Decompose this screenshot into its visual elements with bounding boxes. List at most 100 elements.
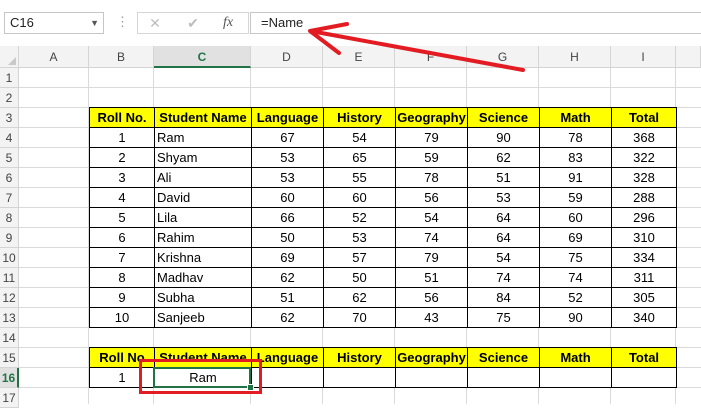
data-cell-math[interactable]: 83 [539,147,612,168]
data-cell-history[interactable]: 57 [323,247,396,268]
data-cell-science[interactable]: 84 [467,287,540,308]
data-cell-total[interactable]: 288 [611,187,677,208]
column-header-i[interactable]: I [611,46,676,68]
data-cell-math[interactable]: 52 [539,287,612,308]
header-cell-math[interactable]: Math [539,107,612,128]
row-header-12[interactable]: 12 [0,288,19,308]
data-cell-science[interactable]: 64 [467,227,540,248]
data-cell-science[interactable]: 53 [467,187,540,208]
data-cell-language[interactable]: 66 [251,207,324,228]
data-cell-language[interactable]: 51 [251,287,324,308]
name-box[interactable]: C16 ▼ [4,12,104,34]
header-cell-science[interactable]: Science [467,107,540,128]
data-cell-roll-no[interactable]: 7 [89,247,155,268]
data-cell-math[interactable]: 60 [539,207,612,228]
data-cell-geography[interactable]: 51 [395,267,468,288]
column-header-j[interactable] [676,46,701,68]
lookup-cell-science[interactable] [467,367,540,388]
data-cell-total[interactable]: 322 [611,147,677,168]
data-cell-language[interactable]: 62 [251,307,324,328]
data-cell-total[interactable]: 368 [611,127,677,148]
data-cell-roll-no[interactable]: 8 [89,267,155,288]
column-header-f[interactable]: F [395,46,467,68]
check-icon[interactable]: ✔ [181,11,205,35]
data-cell-language[interactable]: 50 [251,227,324,248]
data-cell-total[interactable]: 310 [611,227,677,248]
vertical-dots-icon[interactable]: ⋮ [116,14,129,30]
data-cell-science[interactable]: 75 [467,307,540,328]
row-header-6[interactable]: 6 [0,168,19,188]
data-cell-roll-no[interactable]: 6 [89,227,155,248]
data-cell-student-name[interactable]: Subha [154,287,252,308]
data-cell-student-name[interactable]: Rahim [154,227,252,248]
data-cell-language[interactable]: 53 [251,147,324,168]
row-header-10[interactable]: 10 [0,248,19,268]
data-cell-language[interactable]: 62 [251,267,324,288]
lookup-header-total[interactable]: Total [611,347,677,368]
select-all-corner[interactable] [0,46,19,68]
data-cell-math[interactable]: 75 [539,247,612,268]
data-cell-total[interactable]: 328 [611,167,677,188]
data-cell-student-name[interactable]: Lila [154,207,252,228]
data-cell-geography[interactable]: 54 [395,207,468,228]
data-cell-roll-no[interactable]: 4 [89,187,155,208]
row-header-8[interactable]: 8 [0,208,19,228]
data-cell-roll-no[interactable]: 5 [89,207,155,228]
data-cell-history[interactable]: 54 [323,127,396,148]
data-cell-total[interactable]: 311 [611,267,677,288]
data-cell-student-name[interactable]: David [154,187,252,208]
data-cell-science[interactable]: 62 [467,147,540,168]
lookup-header-geography[interactable]: Geography [395,347,468,368]
data-cell-math[interactable]: 90 [539,307,612,328]
data-cell-science[interactable]: 74 [467,267,540,288]
data-cell-history[interactable]: 55 [323,167,396,188]
data-cell-science[interactable]: 54 [467,247,540,268]
data-cell-math[interactable]: 59 [539,187,612,208]
row-header-3[interactable]: 3 [0,108,19,128]
data-cell-science[interactable]: 90 [467,127,540,148]
column-header-g[interactable]: G [467,46,539,68]
row-header-2[interactable]: 2 [0,88,19,108]
data-cell-language[interactable]: 53 [251,167,324,188]
data-cell-science[interactable]: 51 [467,167,540,188]
data-cell-math[interactable]: 78 [539,127,612,148]
data-cell-roll-no[interactable]: 10 [89,307,155,328]
fx-icon[interactable]: fx [216,11,240,35]
data-cell-total[interactable]: 340 [611,307,677,328]
data-cell-roll-no[interactable]: 2 [89,147,155,168]
data-cell-history[interactable]: 65 [323,147,396,168]
data-cell-geography[interactable]: 74 [395,227,468,248]
data-cell-history[interactable]: 70 [323,307,396,328]
row-header-5[interactable]: 5 [0,148,19,168]
data-cell-history[interactable]: 62 [323,287,396,308]
data-cell-total[interactable]: 305 [611,287,677,308]
data-cell-roll-no[interactable]: 1 [89,127,155,148]
row-header-7[interactable]: 7 [0,188,19,208]
data-cell-geography[interactable]: 78 [395,167,468,188]
data-cell-language[interactable]: 67 [251,127,324,148]
data-cell-history[interactable]: 60 [323,187,396,208]
header-cell-student-name[interactable]: Student Name [154,107,252,128]
data-cell-science[interactable]: 64 [467,207,540,228]
data-cell-student-name[interactable]: Shyam [154,147,252,168]
chevron-down-icon[interactable]: ▼ [90,13,99,33]
lookup-header-math[interactable]: Math [539,347,612,368]
data-cell-math[interactable]: 74 [539,267,612,288]
data-cell-student-name[interactable]: Sanjeeb [154,307,252,328]
data-cell-geography[interactable]: 79 [395,127,468,148]
row-header-4[interactable]: 4 [0,128,19,148]
lookup-cell-total[interactable] [611,367,677,388]
data-cell-geography[interactable]: 59 [395,147,468,168]
close-icon[interactable]: ✕ [143,11,167,35]
data-cell-student-name[interactable]: Ram [154,127,252,148]
data-cell-math[interactable]: 91 [539,167,612,188]
data-cell-history[interactable]: 53 [323,227,396,248]
column-header-d[interactable]: D [251,46,323,68]
row-header-11[interactable]: 11 [0,268,19,288]
header-cell-language[interactable]: Language [251,107,324,128]
formula-input[interactable]: =Name [250,12,701,34]
data-cell-history[interactable]: 52 [323,207,396,228]
lookup-header-history[interactable]: History [323,347,396,368]
header-cell-geography[interactable]: Geography [395,107,468,128]
header-cell-total[interactable]: Total [611,107,677,128]
